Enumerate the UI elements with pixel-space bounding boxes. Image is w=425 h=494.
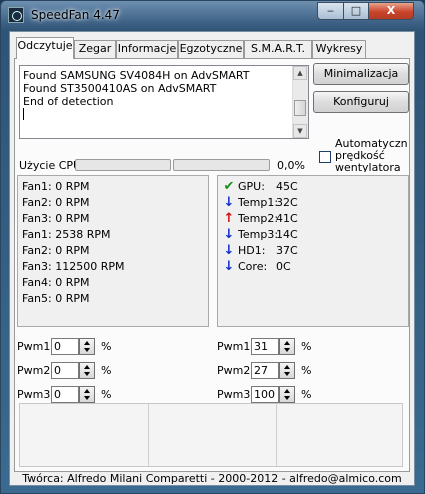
- scroll-down-arrow-icon[interactable]: ▼: [293, 124, 307, 138]
- log-line: End of detection: [23, 95, 114, 108]
- fan-reading: Fan1: 0 RPM: [22, 180, 90, 193]
- pwm1-left-label: Pwm1:: [17, 340, 55, 353]
- text-caret: [23, 108, 24, 120]
- tab-zegar[interactable]: Zegar: [74, 40, 116, 58]
- fan-reading: Fan1: 2538 RPM: [22, 228, 111, 241]
- close-window-button[interactable]: X: [368, 2, 414, 20]
- client-area: Odczytuje Zegar Informacje Egzotyczne S.…: [9, 31, 415, 486]
- pwm2-left-label: Pwm2:: [17, 364, 55, 377]
- status-divider: [276, 404, 277, 466]
- temp-value: 14C: [276, 228, 298, 241]
- scroll-thumb[interactable]: [294, 100, 306, 116]
- fan-reading: Fan4: 0 RPM: [22, 276, 90, 289]
- temp-value: 0C: [276, 260, 291, 273]
- speedfan-window: SpeedFan 4.47 ‒ □ X Odczytuje Zegar Info…: [0, 0, 425, 494]
- pwm3-left-label: Pwm3:: [17, 388, 55, 401]
- fan-speeds-panel: Fan1: 0 RPM Fan2: 0 RPM Fan3: 0 RPM Fan1…: [17, 175, 209, 327]
- cpu-usage-bar-2: [173, 159, 270, 171]
- fan-reading: Fan3: 0 RPM: [22, 212, 90, 225]
- minimize-to-tray-button[interactable]: Minimalizacja: [313, 63, 409, 85]
- pwm1-left-input[interactable]: 0: [51, 338, 79, 355]
- pwm2-right-label: Pwm2:: [217, 364, 255, 377]
- fan-reading: Fan2: 0 RPM: [22, 196, 90, 209]
- pwm3-left-input[interactable]: 0: [51, 386, 79, 403]
- cpu-usage-bar-1: [75, 159, 171, 171]
- detection-log[interactable]: Found SAMSUNG SV4084H on AdvSMART Found …: [19, 65, 309, 139]
- pwm2-left-unit: %: [101, 364, 112, 377]
- temp-value: 32C: [276, 196, 298, 209]
- pwm1-right-input[interactable]: 31: [251, 338, 279, 355]
- temp-name: Temp3:: [238, 228, 279, 241]
- status-divider: [148, 404, 149, 466]
- pwm3-right-spinner-icon[interactable]: [279, 386, 295, 403]
- pwm1-right-unit: %: [301, 340, 312, 353]
- temp-value: 37C: [276, 244, 298, 257]
- pwm2-right-input[interactable]: 27: [251, 362, 279, 379]
- log-scrollbar[interactable]: ▲ ▼: [292, 66, 308, 138]
- speedfan-app-icon: [8, 7, 24, 23]
- fan-reading: Fan2: 0 RPM: [22, 244, 90, 257]
- pwm2-right-unit: %: [301, 364, 312, 377]
- temp-name: Temp1:: [238, 196, 279, 209]
- pwm2-left-input[interactable]: 0: [51, 362, 79, 379]
- scroll-up-arrow-icon[interactable]: ▲: [293, 66, 307, 80]
- log-line: Found ST3500410AS on AdvSMART: [23, 82, 217, 95]
- configure-button[interactable]: Konfiguruj: [313, 91, 409, 113]
- title-bar[interactable]: SpeedFan 4.47 ‒ □ X: [1, 1, 424, 31]
- pwm1-right-label: Pwm1:: [217, 340, 255, 353]
- arrow-down-icon: ↓: [223, 243, 235, 258]
- tab-egzotyczne[interactable]: Egzotyczne: [178, 40, 244, 58]
- check-icon: ✔: [223, 179, 235, 194]
- fan-reading: Fan5: 0 RPM: [22, 292, 90, 305]
- pwm1-right-spinner-icon[interactable]: [279, 338, 295, 355]
- temp-name: Core:: [238, 260, 268, 273]
- temp-value: 41C: [276, 212, 298, 225]
- pwm3-right-input[interactable]: 100: [251, 386, 279, 403]
- minimize-window-button[interactable]: ‒: [317, 2, 344, 20]
- pwm1-left-unit: %: [101, 340, 112, 353]
- auto-fan-speed-checkbox[interactable]: [319, 151, 331, 163]
- temperatures-panel: ✔ GPU: 45C ↓ Temp1: 32C ↑ Temp2: 41C ↓ T…: [217, 175, 409, 327]
- temp-name: Temp2:: [238, 212, 279, 225]
- maximize-window-button[interactable]: □: [343, 2, 369, 20]
- tab-odczytuje[interactable]: Odczytuje: [16, 37, 74, 59]
- window-title: SpeedFan 4.47: [31, 8, 120, 22]
- pwm1-left-spinner-icon[interactable]: [79, 338, 95, 355]
- pwm3-left-spinner-icon[interactable]: [79, 386, 95, 403]
- auto-fan-speed-label[interactable]: Automatyczna prędkość wentylatora: [335, 138, 407, 172]
- cpu-usage-percent: 0,0%: [277, 159, 305, 172]
- temp-name: GPU:: [238, 180, 265, 193]
- pwm3-right-unit: %: [301, 388, 312, 401]
- arrow-down-icon: ↓: [223, 259, 235, 274]
- arrow-down-icon: ↓: [223, 195, 235, 210]
- pwm2-right-spinner-icon[interactable]: [279, 362, 295, 379]
- tab-smart[interactable]: S.M.A.R.T.: [244, 40, 312, 58]
- tab-wykresy[interactable]: Wykresy: [312, 40, 366, 58]
- arrow-down-icon: ↓: [223, 227, 235, 242]
- pwm2-left-spinner-icon[interactable]: [79, 362, 95, 379]
- pwm3-right-label: Pwm3:: [217, 388, 255, 401]
- fan-reading: Fan3: 112500 RPM: [22, 260, 125, 273]
- cpu-usage-label: Użycie CPU: [19, 159, 82, 172]
- tab-informacje[interactable]: Informacje: [116, 40, 178, 58]
- author-credits: Twórca: Alfredo Milani Comparetti - 2000…: [22, 472, 402, 485]
- temp-name: HD1:: [238, 244, 266, 257]
- pwm3-left-unit: %: [101, 388, 112, 401]
- temp-value: 45C: [276, 180, 298, 193]
- arrow-up-icon: ↑: [223, 211, 235, 226]
- readings-panel: Found SAMSUNG SV4084H on AdvSMART Found …: [14, 58, 410, 472]
- status-area: [19, 403, 403, 467]
- log-line: Found SAMSUNG SV4084H on AdvSMART: [23, 69, 250, 82]
